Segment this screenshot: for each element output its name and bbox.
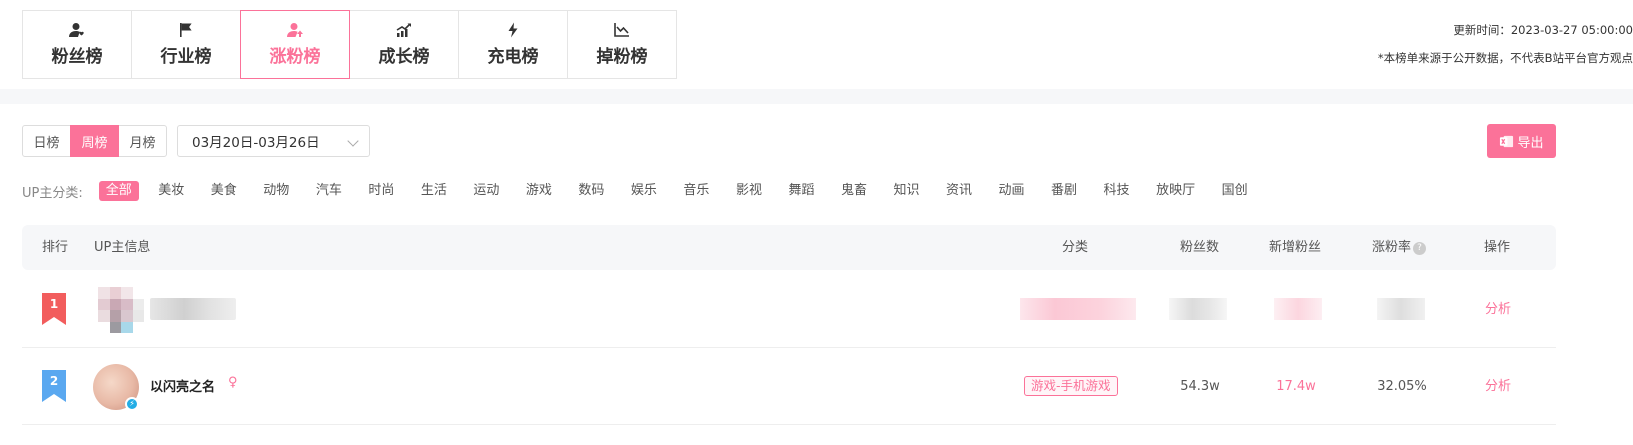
- category-item[interactable]: 娱乐: [624, 181, 664, 201]
- tab-label: 成长榜: [378, 47, 430, 67]
- help-icon[interactable]: ?: [1413, 242, 1427, 255]
- excel-icon: [1500, 135, 1514, 147]
- table-row: 1 分析: [22, 271, 1556, 348]
- female-icon: ♀: [228, 375, 238, 390]
- user-up-icon: [287, 23, 303, 37]
- category-filter-label: UP主分类:: [22, 185, 83, 201]
- category-item[interactable]: 知识: [886, 181, 926, 201]
- category-item-all[interactable]: 全部: [98, 181, 139, 201]
- export-button[interactable]: 导出: [1487, 124, 1556, 158]
- tab-fans-ranking[interactable]: 粉丝榜: [22, 10, 132, 79]
- category-item[interactable]: 音乐: [676, 181, 716, 201]
- header-rank: 排行: [42, 240, 69, 255]
- tab-growth-ranking[interactable]: 成长榜: [349, 10, 459, 79]
- period-toggle: 日榜 周榜 月榜: [22, 125, 167, 157]
- up-name[interactable]: 以闪亮之名: [150, 376, 215, 395]
- tab-fans-growth-ranking[interactable]: 涨粉榜: [240, 10, 350, 79]
- period-weekly-button[interactable]: 周榜: [70, 125, 119, 157]
- growth-rate: 32.05%: [1377, 379, 1427, 394]
- category-item[interactable]: 番剧: [1044, 181, 1084, 201]
- export-label: 导出: [1517, 135, 1544, 151]
- header-up-info: UP主信息: [94, 240, 151, 255]
- category-item[interactable]: 资讯: [939, 181, 979, 201]
- analyze-link[interactable]: 分析: [1482, 271, 1514, 348]
- section-divider: [0, 89, 1633, 104]
- category-filter: UP主分类: 全部 美妆 美食 动物 汽车 时尚 生活 运动 游戏 数码 娱乐 …: [22, 180, 1267, 202]
- category-item[interactable]: 运动: [466, 181, 506, 201]
- category-item[interactable]: 动画: [992, 181, 1032, 201]
- category-item[interactable]: 时尚: [361, 181, 401, 201]
- header-fans: 粉丝数: [1180, 240, 1220, 255]
- growth-rate: [1377, 298, 1425, 320]
- growth-chart-icon: [396, 23, 411, 37]
- category-tag: 游戏-手机游戏: [1024, 376, 1118, 396]
- tab-label: 行业榜: [160, 47, 212, 67]
- tab-industry-ranking[interactable]: 行业榜: [131, 10, 241, 79]
- category-item[interactable]: 影视: [729, 181, 769, 201]
- rank-number: 2: [49, 374, 59, 388]
- ranking-tabs: 粉丝榜 行业榜 涨粉榜 成长榜 充电榜 掉粉榜: [22, 10, 677, 79]
- analyze-link[interactable]: 分析: [1482, 348, 1514, 425]
- header-growth-rate-label: 涨粉率: [1372, 240, 1412, 255]
- category-item[interactable]: 美食: [204, 181, 244, 201]
- user-heart-icon: [69, 23, 84, 37]
- header-action: 操作: [1484, 240, 1511, 255]
- avatar[interactable]: [98, 287, 144, 333]
- disclaimer: *本榜单来源于公开数据，不代表B站平台官方观点: [1377, 51, 1633, 65]
- period-daily-button[interactable]: 日榜: [22, 125, 71, 157]
- tab-label: 涨粉榜: [269, 47, 321, 67]
- rank-number: 1: [49, 297, 59, 311]
- tab-fans-drop-ranking[interactable]: 掉粉榜: [567, 10, 677, 79]
- table-row: 2 ⚡ 以闪亮之名 ♀ 游戏-手机游戏 54.3w 17.4w 32.05% 分…: [22, 348, 1556, 425]
- fans-count: 54.3w: [1180, 379, 1220, 394]
- lightning-icon: [508, 22, 518, 38]
- tab-label: 充电榜: [487, 47, 539, 67]
- category-item[interactable]: 科技: [1097, 181, 1137, 201]
- header-new-fans: 新增粉丝: [1269, 240, 1322, 255]
- new-fans-count: [1274, 298, 1322, 320]
- tab-label: 粉丝榜: [51, 47, 103, 67]
- category-item[interactable]: 美妆: [151, 181, 191, 201]
- new-fans-count: 17.4w: [1276, 379, 1316, 394]
- category-item[interactable]: 国创: [1215, 181, 1255, 201]
- category-item[interactable]: 动物: [256, 181, 296, 201]
- date-range-value: 03月20日-03月26日: [192, 135, 320, 151]
- category-item[interactable]: 舞蹈: [781, 181, 821, 201]
- tab-charge-ranking[interactable]: 充电榜: [458, 10, 568, 79]
- rank-badge: 2: [42, 370, 66, 402]
- rank-badge: 1: [42, 293, 66, 325]
- category-item[interactable]: 鬼畜: [834, 181, 874, 201]
- verified-icon: ⚡: [125, 397, 139, 411]
- date-range-select[interactable]: 03月20日-03月26日: [177, 125, 370, 157]
- header-category: 分类: [1062, 240, 1089, 255]
- category-item[interactable]: 放映厅: [1149, 181, 1202, 201]
- flag-icon: [180, 23, 192, 37]
- period-monthly-button[interactable]: 月榜: [118, 125, 167, 157]
- chevron-down-icon: [347, 135, 359, 147]
- header-growth-rate: 涨粉率?: [1372, 225, 1427, 270]
- update-time: 更新时间：2023-03-27 05:00:00: [1453, 23, 1633, 37]
- table-header: 排行 UP主信息 分类 粉丝数 新增粉丝 涨粉率? 操作: [22, 225, 1556, 270]
- category-item[interactable]: 数码: [571, 181, 611, 201]
- category-item[interactable]: 汽车: [309, 181, 349, 201]
- category-item[interactable]: 游戏: [519, 181, 559, 201]
- category-tag: [1020, 298, 1136, 320]
- fans-count: [1169, 298, 1227, 320]
- line-chart-down-icon: [614, 23, 629, 37]
- category-item[interactable]: 生活: [414, 181, 454, 201]
- up-name[interactable]: [150, 298, 236, 320]
- tab-label: 掉粉榜: [596, 47, 648, 67]
